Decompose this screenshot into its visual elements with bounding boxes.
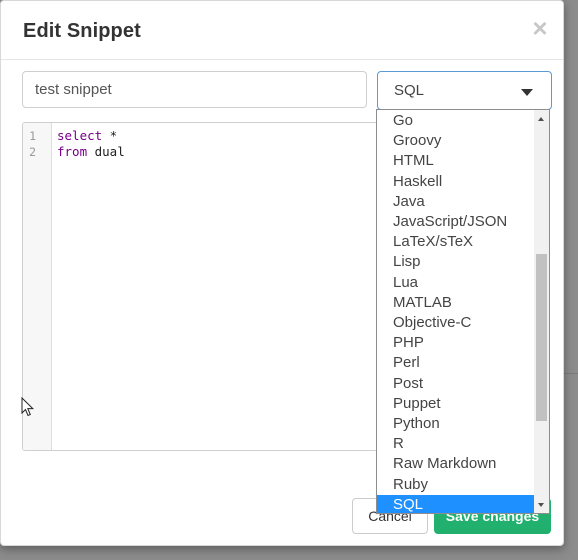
dropdown-option[interactable]: JavaScript/JSON — [377, 212, 534, 232]
dropdown-option[interactable]: Haskell — [377, 172, 534, 192]
dropdown-option[interactable]: Lua — [377, 273, 534, 293]
dropdown-option[interactable]: Java — [377, 192, 534, 212]
dropdown-option[interactable]: Puppet — [377, 394, 534, 414]
snippet-name-input[interactable] — [22, 71, 367, 108]
dropdown-option[interactable]: Post — [377, 374, 534, 394]
dropdown-option[interactable]: Perl — [377, 353, 534, 373]
language-dropdown-list[interactable]: Go Groovy HTML Haskell Java JavaScript/JSON La… — [376, 109, 550, 514]
dropdown-option[interactable]: SQL — [377, 494, 534, 513]
chevron-down-icon — [521, 89, 533, 96]
dropdown-option[interactable]: R — [377, 434, 534, 454]
code-line[interactable]: select * — [57, 128, 117, 143]
dialog-title: Edit Snippet — [23, 20, 141, 42]
mouse-pointer-icon — [21, 397, 35, 417]
language-select[interactable]: SQL — [377, 71, 552, 110]
code-keyword: select — [57, 128, 103, 143]
dropdown-option[interactable]: Python — [377, 414, 534, 434]
language-select-value: SQL — [394, 82, 425, 99]
dropdown-option[interactable]: Ruby — [377, 475, 534, 495]
dropdown-scrollbar[interactable] — [534, 110, 549, 513]
dropdown-option[interactable]: PHP — [377, 333, 534, 353]
dropdown-option[interactable]: LaTeX/sTeX — [377, 232, 534, 252]
code-text: * — [102, 128, 118, 143]
dialog-header: Edit Snippet × — [1, 1, 563, 60]
scrollbar-thumb[interactable] — [536, 254, 547, 421]
dropdown-option[interactable]: Raw Markdown — [377, 454, 534, 474]
close-icon[interactable]: × — [527, 13, 553, 43]
code-text: dual — [87, 144, 125, 159]
scroll-up-arrow-icon[interactable] — [538, 117, 544, 121]
code-keyword: from — [57, 144, 88, 159]
dropdown-option[interactable]: Lisp — [377, 252, 534, 272]
scroll-down-arrow-icon[interactable] — [538, 503, 544, 507]
dropdown-option[interactable]: Objective-C — [377, 313, 534, 333]
dropdown-option[interactable]: Groovy — [377, 131, 534, 151]
dropdown-option[interactable]: Go — [377, 111, 534, 131]
line-number: 1 — [29, 129, 36, 143]
code-line[interactable]: from dual — [57, 144, 125, 159]
line-number: 2 — [29, 145, 36, 159]
code-editor[interactable]: 1 2 select * from dual — [22, 122, 378, 451]
dropdown-option[interactable]: MATLAB — [377, 293, 534, 313]
dropdown-option[interactable]: HTML — [377, 151, 534, 171]
